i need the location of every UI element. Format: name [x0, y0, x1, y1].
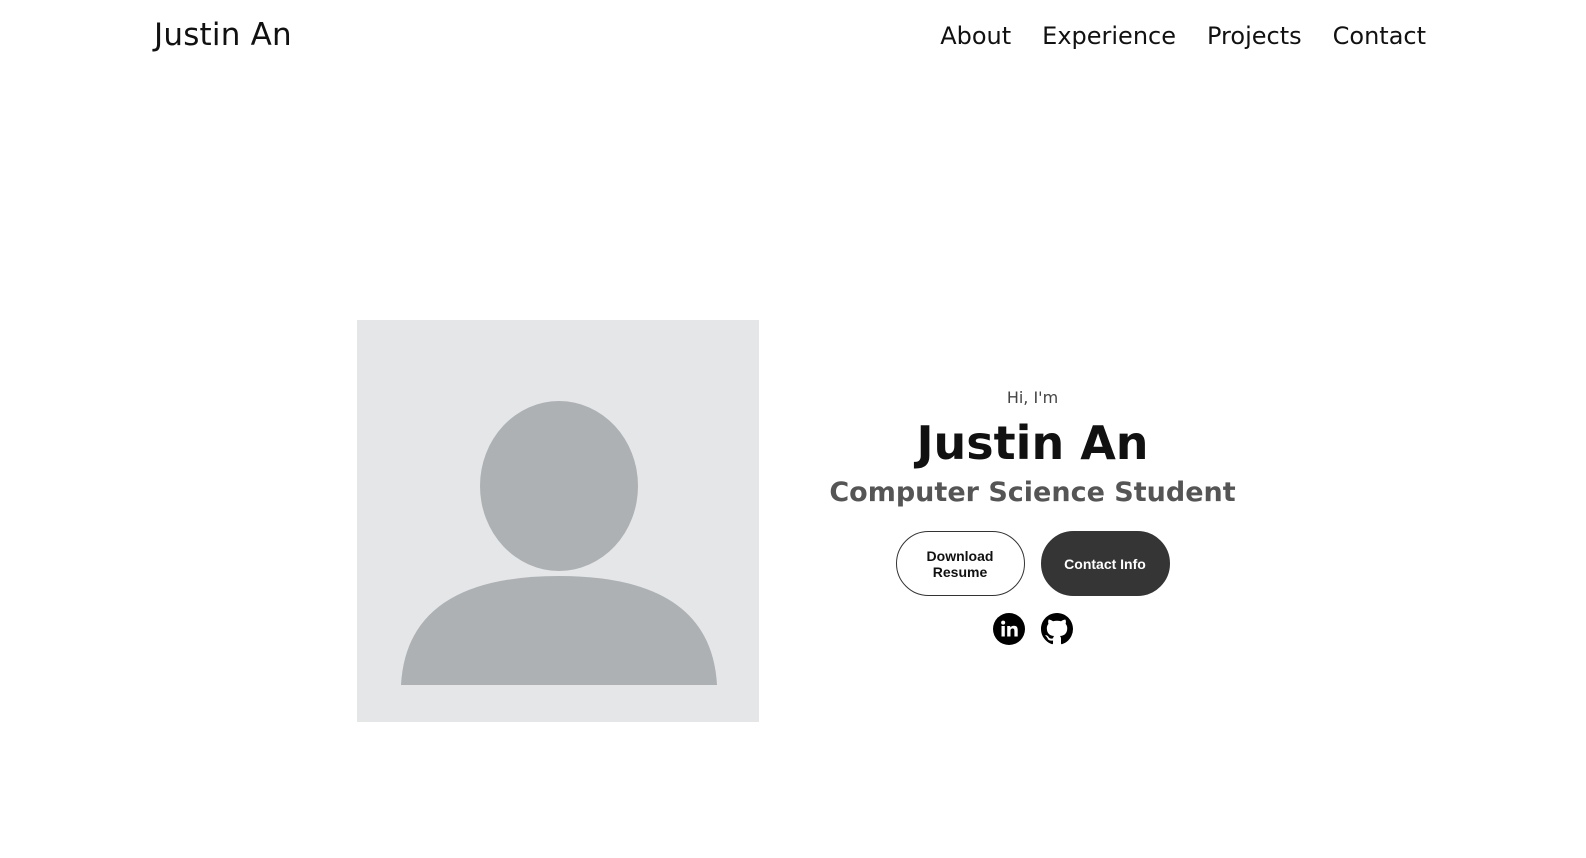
hero-title: Computer Science Student	[829, 477, 1236, 508]
hero-name: Justin An	[916, 416, 1149, 470]
hero-text: Hi, I'm Justin An Computer Science Stude…	[800, 388, 1265, 645]
social-links	[800, 613, 1265, 645]
hero-buttons: Download Resume Contact Info	[800, 531, 1265, 596]
nav-link-contact[interactable]: Contact	[1333, 22, 1426, 50]
top-nav: Justin An About Experience Projects Cont…	[0, 0, 1586, 78]
nav-link-about[interactable]: About	[940, 22, 1011, 50]
greeting-text: Hi, I'm	[1006, 388, 1059, 407]
nav-link-experience[interactable]: Experience	[1042, 22, 1176, 50]
linkedin-icon[interactable]	[992, 613, 1025, 645]
site-logo[interactable]: Justin An	[154, 17, 292, 53]
contact-info-button[interactable]: Contact Info	[1040, 531, 1170, 596]
nav-links: About Experience Projects Contact	[940, 22, 1426, 50]
nav-link-projects[interactable]: Projects	[1207, 22, 1302, 50]
download-resume-button[interactable]: Download Resume	[895, 531, 1025, 596]
avatar-placeholder-icon	[401, 401, 717, 685]
profile-picture	[357, 320, 759, 722]
github-icon[interactable]	[1040, 613, 1073, 645]
